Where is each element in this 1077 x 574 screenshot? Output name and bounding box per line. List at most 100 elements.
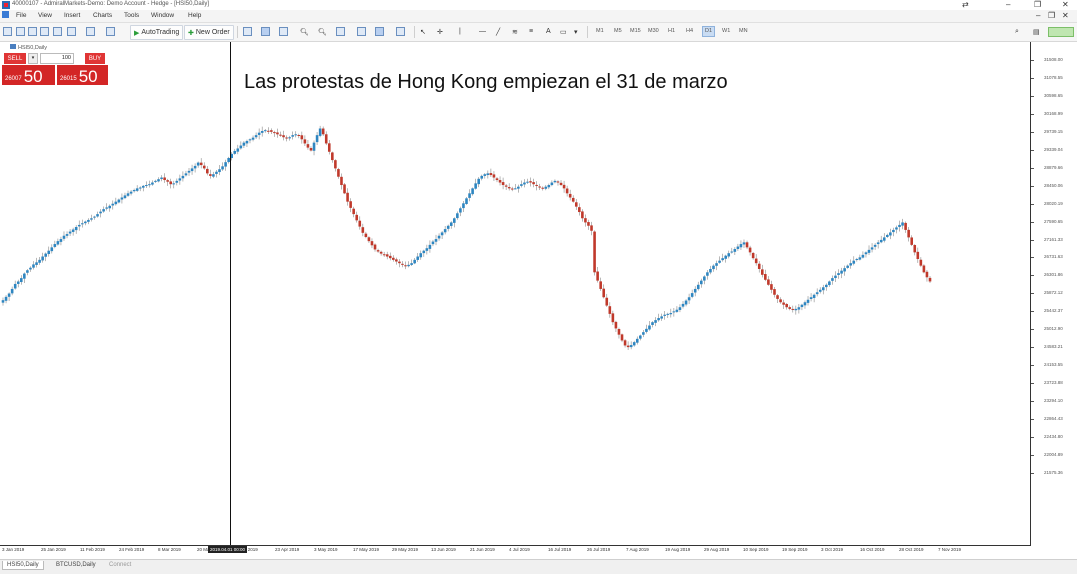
sell-button[interactable]: SELL	[4, 53, 26, 64]
candle-body	[620, 334, 624, 341]
candle-body	[757, 263, 761, 269]
timeframe-m5[interactable]: M5	[614, 28, 622, 34]
timeframe-h4[interactable]: H4	[686, 28, 693, 34]
chart-symbol-icon	[10, 44, 16, 49]
text-tool-icon[interactable]: A	[546, 25, 551, 38]
candle-body	[102, 209, 105, 212]
candlestick-chart[interactable]	[0, 42, 1031, 545]
candle-body	[861, 254, 865, 258]
data-window-icon[interactable]	[53, 25, 62, 38]
autoscroll-icon[interactable]	[357, 25, 366, 38]
line-chart-icon[interactable]	[279, 25, 288, 38]
time-axis-label: 13 Jun 2019	[431, 547, 456, 552]
zoom-out-icon[interactable]: 🔍︎	[318, 25, 327, 38]
tile-windows-icon[interactable]	[336, 25, 345, 38]
market-watch-icon[interactable]	[28, 25, 37, 38]
candlestick-icon[interactable]	[261, 25, 270, 38]
channel-icon[interactable]: ≋	[512, 25, 518, 38]
candle-body	[215, 171, 218, 174]
timeframe-h1[interactable]: H1	[668, 28, 675, 34]
price-axis-label: 26301.86	[1044, 272, 1063, 278]
candle-body	[553, 180, 557, 183]
bar-chart-icon[interactable]	[243, 25, 252, 38]
menu-app-icon[interactable]	[2, 11, 9, 22]
tab-hsi50-daily[interactable]: HSI50,Daily	[2, 561, 44, 570]
metaeditor-icon[interactable]	[106, 25, 115, 38]
crosshair-icon[interactable]: ✛	[437, 25, 443, 38]
candle-body	[821, 287, 825, 291]
tab-connect[interactable]: Connect	[105, 561, 135, 569]
timeframe-w1[interactable]: W1	[722, 28, 730, 34]
close-chart-button[interactable]: ✕	[1062, 10, 1069, 22]
candle-body	[32, 264, 35, 268]
candle-body	[111, 203, 115, 206]
menu-file[interactable]: File	[16, 11, 26, 21]
candle-body	[437, 235, 441, 239]
candle-body	[901, 222, 904, 226]
timeframe-mn[interactable]: MN	[739, 28, 748, 34]
menu-insert[interactable]: Insert	[64, 11, 80, 21]
candle-body	[331, 152, 334, 161]
candle-body	[886, 234, 889, 237]
vertical-line-marker[interactable]	[230, 42, 231, 545]
menu-view[interactable]: View	[38, 11, 52, 21]
menu-help[interactable]: Help	[188, 11, 201, 21]
indicators-icon[interactable]	[396, 25, 405, 38]
menu-window[interactable]: Window	[151, 11, 174, 21]
candle-body	[453, 218, 456, 223]
buy-price[interactable]: 26015 50	[57, 65, 108, 85]
search-icon[interactable]: ⌕	[1015, 25, 1019, 38]
navigator-icon[interactable]	[40, 25, 49, 38]
time-axis-label: 3 Jan 2019	[2, 547, 25, 552]
candle-body	[498, 180, 502, 183]
candle-body	[690, 293, 694, 297]
chart-shift-icon[interactable]	[375, 25, 384, 38]
account-icon[interactable]: ▤	[1033, 25, 1040, 38]
tab-btcusd-daily[interactable]: BTCUSD,Daily	[52, 561, 100, 569]
menu-tools[interactable]: Tools	[124, 11, 139, 21]
timeframe-d1[interactable]: D1	[702, 26, 716, 37]
zoom-in-icon[interactable]: 🔍︎	[300, 25, 309, 38]
candle-body	[599, 281, 602, 289]
sell-price[interactable]: 26007 50	[2, 65, 55, 85]
candle-body	[16, 281, 20, 284]
menu-charts[interactable]: Charts	[93, 11, 112, 21]
timeframe-m1[interactable]: M1	[596, 28, 604, 34]
vertical-line-icon[interactable]: |	[459, 25, 461, 38]
profiles-icon[interactable]	[16, 25, 25, 38]
strategy-tester-icon[interactable]	[86, 25, 95, 38]
autotrading-button[interactable]: ▶ AutoTrading	[130, 25, 184, 40]
chart-annotation-text[interactable]: Las protestas de Hong Kong empiezan el 3…	[244, 71, 728, 94]
candle-body	[209, 174, 212, 176]
candle-body	[7, 293, 11, 297]
fibonacci-icon[interactable]: ≡	[529, 25, 533, 38]
buy-button[interactable]: BUY	[85, 53, 105, 64]
timeframe-m30[interactable]: M30	[648, 28, 659, 34]
candle-body	[760, 269, 764, 275]
window-title: 40000107 - AdmiralMarkets-Demo: Demo Acc…	[12, 1, 210, 7]
minimize-chart-button[interactable]: –	[1036, 10, 1040, 22]
volume-input[interactable]: 100	[40, 53, 74, 64]
terminal-icon[interactable]	[67, 25, 76, 38]
label-tool-icon[interactable]: ▭	[560, 25, 567, 38]
timeframe-m15[interactable]: M15	[630, 28, 641, 34]
one-click-trading-panel: SELL ▾ 100 BUY 26007 50 26015 50	[2, 53, 108, 86]
horizontal-line-icon[interactable]: —	[479, 25, 486, 38]
candle-body	[71, 229, 75, 232]
cursor-icon[interactable]: ↖	[420, 25, 426, 38]
candle-body	[675, 309, 679, 312]
restore-window-button[interactable]: ❐	[1034, 0, 1041, 10]
new-order-button[interactable]: ✚ New Order	[184, 25, 234, 40]
candle-body	[419, 253, 423, 258]
close-window-button[interactable]: ✕	[1062, 0, 1069, 10]
candle-body	[730, 251, 734, 253]
volume-dropdown[interactable]: ▾	[28, 53, 38, 64]
new-chart-icon[interactable]	[3, 25, 12, 38]
candle-body	[495, 178, 499, 181]
candle-body	[526, 181, 529, 183]
shapes-dropdown-icon[interactable]: ▾	[574, 25, 578, 38]
trendline-icon[interactable]: ╱	[496, 25, 500, 38]
restore-chart-button[interactable]: ❐	[1048, 10, 1055, 22]
minimize-window-button[interactable]: –	[1006, 0, 1010, 10]
candle-body	[29, 267, 32, 270]
